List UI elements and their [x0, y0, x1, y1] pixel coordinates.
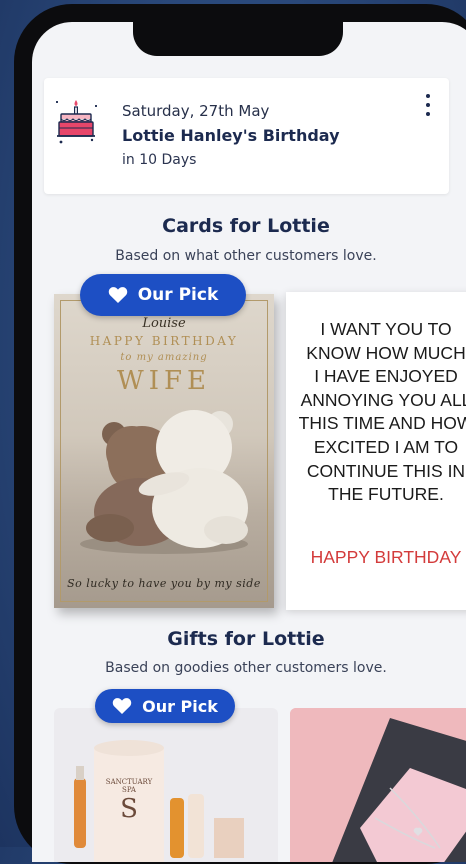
teddy-bears-image	[80, 410, 248, 554]
our-pick-badge: Our Pick	[80, 274, 246, 316]
our-pick-label: Our Pick	[137, 285, 219, 305]
heart-icon	[108, 287, 127, 303]
card-name: Louise	[142, 316, 186, 331]
cards-section-subtitle: Based on what other customers love.	[115, 248, 377, 264]
gift-product-necklace[interactable]	[290, 708, 466, 862]
necklace-box-image	[290, 708, 466, 862]
card-product-funny[interactable]: I WANT YOU TO KNOW HOW MUCH I HAVE ENJOY…	[286, 292, 466, 610]
our-pick-badge-gifts: Our Pick	[95, 689, 235, 723]
card-subheading: to my amazing	[120, 352, 208, 363]
card-message-text: I WANT YOU TO KNOW HOW MUCH I HAVE ENJOY…	[298, 319, 466, 505]
app-screen: Saturday, 27th May Lottie Hanley's Birth…	[32, 22, 466, 862]
gift-product-spa-set[interactable]: SANCTUARY SPA S	[54, 708, 278, 862]
card-footer-text: So lucky to have you by my side	[67, 577, 261, 590]
card-heading: HAPPY BIRTHDAY	[89, 334, 239, 348]
cards-section-title: Cards for Lottie	[162, 215, 330, 237]
our-pick-label: Our Pick	[142, 696, 218, 716]
gifts-section-subtitle: Based on goodies other customers love.	[105, 660, 387, 676]
birthday-cake-icon	[56, 100, 97, 144]
event-reminder-card[interactable]: Saturday, 27th May Lottie Hanley's Birth…	[44, 78, 449, 194]
event-title: Lottie Hanley's Birthday	[122, 126, 340, 145]
gift-brand-label: SANCTUARY SPA	[105, 778, 153, 794]
phone-notch	[133, 22, 343, 56]
gifts-section-title: Gifts for Lottie	[167, 628, 325, 650]
card-happy-birthday: HAPPY BIRTHDAY	[310, 547, 462, 567]
more-options-icon[interactable]	[425, 94, 431, 116]
gift-brand-letter: S	[120, 794, 138, 824]
heart-icon	[112, 698, 132, 714]
event-date: Saturday, 27th May	[122, 102, 270, 120]
event-countdown: in 10 Days	[122, 152, 197, 168]
card-product-wife[interactable]: Louise HAPPY BIRTHDAY to my amazing WIFE…	[54, 294, 274, 608]
card-wife-text: WIFE	[116, 366, 211, 396]
spa-set-image	[74, 740, 244, 862]
